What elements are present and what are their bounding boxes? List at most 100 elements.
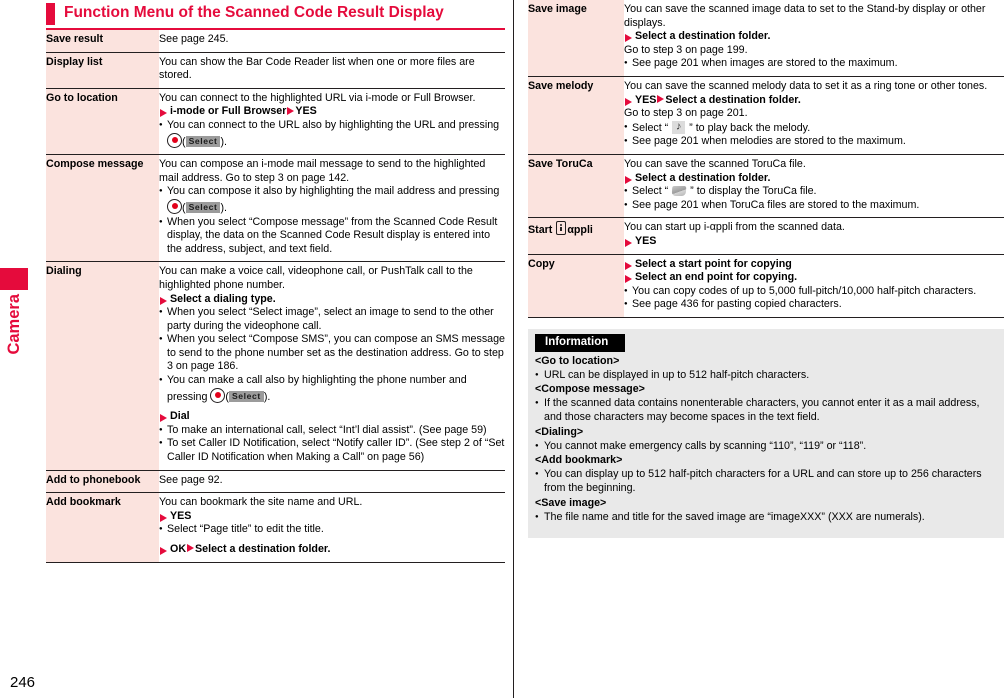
- center-key-icon: [167, 132, 182, 148]
- bullet-item: See page 201 when ToruCa files are store…: [624, 199, 1004, 213]
- table-row: Display list You can show the Bar Code Re…: [46, 52, 505, 89]
- chapter-tab-marker: [0, 268, 28, 290]
- menu-item-description: You can show the Bar Code Reader list wh…: [159, 52, 505, 89]
- menu-item-name: Compose message: [46, 154, 159, 263]
- information-section-title: <Go to location>: [535, 354, 620, 367]
- table-row: Save image You can save the scanned image…: [528, 0, 1004, 77]
- function-menu-table-left: Save result See page 245. Display list You …: [46, 30, 505, 563]
- menu-item-description: Select a start point for copying Select a…: [624, 254, 1004, 318]
- body-text: See page 245.: [159, 33, 229, 45]
- information-bullet: You cannot make emergency calls by scann…: [535, 440, 997, 454]
- bullet-item: You can copy codes of up to 5,000 full-p…: [624, 285, 1004, 299]
- information-header: Information: [535, 333, 626, 352]
- table-row: Go to location You can connect to the hig…: [46, 88, 505, 156]
- softkey-label: Select: [185, 201, 221, 213]
- menu-item-description: You can connect to the highlighted URL v…: [159, 88, 505, 156]
- table-row: Add to phonebook See page 92.: [46, 470, 505, 494]
- bullet-item: You can connect to the URL also by highl…: [159, 119, 505, 149]
- body-text: Go to step 3 on page 201.: [624, 107, 748, 120]
- information-bullet: The file name and title for the saved im…: [535, 511, 997, 525]
- body-text: You can make a voice call, videophone ca…: [159, 265, 473, 291]
- body-text: You can start up i-αppli from the scanne…: [624, 221, 845, 234]
- bullet-item: To make an international call, select “I…: [159, 424, 505, 438]
- table-row: Compose message You can compose an i-mode…: [46, 154, 505, 263]
- information-bullet: URL can be displayed in up to 512 half-p…: [535, 369, 997, 383]
- bullet-item: Select “Page title” to edit the title.: [159, 523, 505, 537]
- information-bullet: You can display up to 512 half-pitch cha…: [535, 468, 997, 496]
- menu-item-name: Save image: [528, 0, 624, 77]
- information-section-title: <Compose message>: [535, 383, 645, 396]
- body-text: You can save the scanned image data to s…: [624, 3, 986, 29]
- step-instruction: YES Select a destination folder.: [624, 94, 1004, 108]
- bullet-item: See page 201 when images are stored to t…: [624, 57, 1004, 71]
- bullet-item: See page 201 when melodies are stored to…: [624, 135, 1004, 149]
- table-row: Save melody You can save the scanned melo…: [528, 76, 1004, 155]
- body-text: See page 92.: [159, 473, 223, 486]
- manual-page: Camera Function Menu of the Scanned Code…: [0, 0, 1004, 698]
- step-instruction: OK Select a destination folder.: [159, 543, 505, 557]
- chapter-tab-label: Camera: [5, 294, 23, 355]
- menu-item-name: Save melody: [528, 76, 624, 155]
- bullet-item: See page 436 for pasting copied characte…: [624, 298, 1004, 312]
- step-instruction: i-mode or Full Browser YES: [159, 105, 505, 119]
- step-instruction: Select a dialing type.: [159, 293, 505, 307]
- table-row: Add bookmark You can bookmark the site na…: [46, 492, 505, 563]
- body-text: You can save the scanned melody data to …: [624, 79, 988, 92]
- bullet-item: When you select “Compose message” from t…: [159, 216, 505, 257]
- column-divider: [513, 0, 514, 698]
- table-row: Save result See page 245.: [46, 30, 505, 53]
- menu-item-name: Add to phonebook: [46, 470, 159, 494]
- arrow-icon: [187, 544, 195, 553]
- page-title-text: Function Menu of the Scanned Code Result…: [64, 4, 444, 22]
- bullet-item: You can compose it also by highlighting …: [159, 185, 505, 215]
- bullet-item: You can make a call also by highlighting…: [159, 374, 505, 404]
- table-row: Copy Select a start point for copying Sele…: [528, 254, 1004, 318]
- right-column: Save image You can save the scanned image…: [528, 0, 1004, 539]
- menu-item-name: Display list: [46, 52, 159, 89]
- information-body: <Go to location> URL can be displayed in …: [535, 355, 997, 525]
- title-marker-icon: [46, 3, 55, 25]
- menu-item-name: Go to location: [46, 88, 159, 156]
- menu-item-description: You can compose an i-mode mail message t…: [159, 154, 505, 263]
- information-bullet: If the scanned data contains nonenterabl…: [535, 397, 997, 425]
- body-text: You can connect to the highlighted URL v…: [159, 91, 476, 104]
- body-text: You can compose an i-mode mail message t…: [159, 158, 486, 184]
- menu-item-name: Save ToruCa: [528, 154, 624, 219]
- table-row: Start αppli You can start up i-αppli from…: [528, 217, 1004, 255]
- menu-item-description: You can bookmark the site name and URL. Y…: [159, 492, 505, 563]
- step-instruction: Select a destination folder.: [624, 30, 1004, 44]
- menu-item-description: You can save the scanned ToruCa file. Sel…: [624, 154, 1004, 219]
- step-instruction: Select a start point for copying: [624, 258, 1004, 272]
- menu-item-name: Dialing: [46, 261, 159, 471]
- bullet-item: When you select “Select image”, select a…: [159, 306, 505, 333]
- bullet-item: Select “ ” to display the ToruCa file.: [624, 185, 1004, 199]
- menu-item-description: You can save the scanned image data to s…: [624, 0, 1004, 77]
- softkey-label: Select: [228, 390, 264, 402]
- left-column: Function Menu of the Scanned Code Result…: [46, 0, 505, 563]
- step-instruction: YES: [159, 510, 505, 524]
- arrow-icon: [657, 94, 665, 103]
- toruca-icon: [671, 186, 687, 197]
- menu-item-description: You can make a voice call, videophone ca…: [159, 261, 505, 471]
- menu-item-name: Copy: [528, 254, 624, 318]
- softkey-label: Select: [185, 135, 221, 147]
- step-instruction: Select a destination folder.: [624, 172, 1004, 186]
- information-box: Information <Go to location> URL can be d…: [528, 328, 1004, 539]
- center-key-icon: [210, 387, 226, 403]
- chapter-side-tab: Camera: [0, 268, 28, 360]
- bullet-item: To set Caller ID Notification, select “N…: [159, 437, 505, 464]
- center-key-icon: [167, 198, 182, 214]
- body-text: You can show the Bar Code Reader list wh…: [159, 55, 475, 82]
- information-section-title: <Add bookmark>: [535, 454, 623, 467]
- menu-item-name: Save result: [46, 30, 159, 53]
- page-title: Function Menu of the Scanned Code Result…: [46, 0, 505, 30]
- menu-item-name: Start αppli: [528, 217, 624, 255]
- information-section-title: <Dialing>: [535, 425, 584, 438]
- page-number: 246: [10, 674, 36, 691]
- menu-item-name: Add bookmark: [46, 492, 159, 563]
- bullet-item: When you select “Compose SMS”, you can c…: [159, 333, 505, 374]
- menu-item-description: See page 92.: [159, 470, 505, 494]
- menu-item-description: You can save the scanned melody data to …: [624, 76, 1004, 155]
- step-instruction: Select an end point for copying.: [624, 271, 1004, 285]
- step-instruction: Dial: [159, 410, 505, 424]
